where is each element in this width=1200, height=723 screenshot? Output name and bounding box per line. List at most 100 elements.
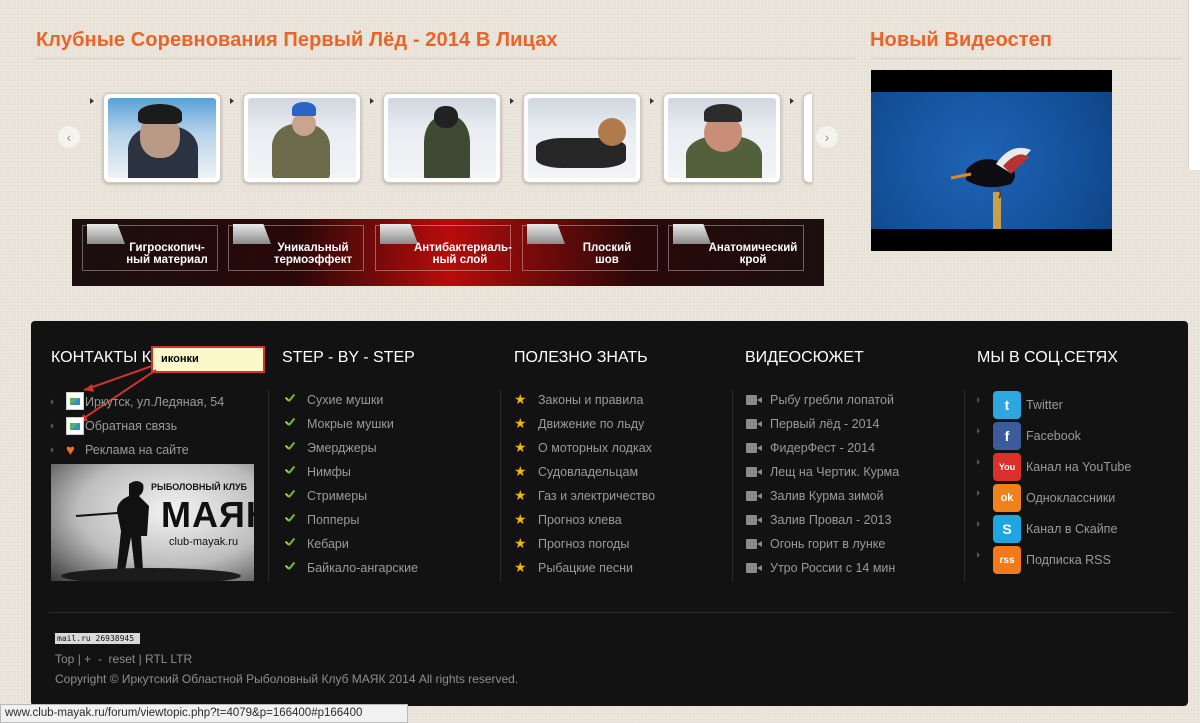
social-link-facebook[interactable]: Facebook (1026, 429, 1081, 443)
logo-subtitle: РЫБОЛОВНЫЙ КЛУБ (151, 482, 248, 492)
checkmark-icon (284, 466, 296, 476)
useful-link[interactable]: О моторных лодках (538, 441, 652, 455)
feature-line2: ный материал (126, 254, 208, 266)
gallery-thumbnail[interactable] (103, 93, 221, 183)
antibacterial-icon (380, 224, 418, 244)
video-camera-icon (746, 515, 762, 525)
top-link[interactable]: Top (55, 652, 74, 666)
list-bullet (977, 397, 980, 403)
thumbnail-photo (248, 98, 356, 178)
social-link-odnoklassniki[interactable]: Одноклассники (1026, 491, 1115, 505)
video-link[interactable]: Залив Курма зимой (770, 489, 884, 503)
gallery-title[interactable]: Клубные Соревнования Первый Лёд - 2014 В… (36, 29, 558, 52)
useful-link[interactable]: Прогноз клева (538, 513, 622, 527)
step-link[interactable]: Кебари (307, 537, 349, 551)
video-camera-icon (746, 491, 762, 501)
step-link[interactable]: Сухие мушки (307, 393, 383, 407)
useful-link[interactable]: Рыбацкие песни (538, 561, 633, 575)
useful-link[interactable]: Законы и правила (538, 393, 643, 407)
social-link-rss[interactable]: Подписка RSS (1026, 553, 1111, 567)
video-link[interactable]: Лещ на Чертик. Курма (770, 465, 899, 479)
separator: | (77, 652, 81, 666)
thumb-bullet (90, 98, 94, 104)
gallery-next-arrow[interactable]: › (816, 126, 838, 148)
useful-link[interactable]: Газ и электричество (538, 489, 655, 503)
contact-ads-link[interactable]: Реклама на сайте (85, 443, 189, 457)
thumbnail-photo (108, 98, 216, 178)
list-bullet (51, 447, 54, 453)
list-bullet (977, 459, 980, 465)
useful-title: ПОЛЕЗНО ЗНАТЬ (514, 349, 648, 366)
feature-item: Антибактериаль-ный слой (375, 224, 512, 271)
facebook-icon[interactable]: f (993, 422, 1021, 450)
copyright-text: Copyright © Иркутский Областной Рыболовн… (55, 672, 519, 686)
video-camera-icon (746, 419, 762, 429)
star-icon: ★ (514, 487, 527, 503)
checkmark-icon (284, 514, 296, 524)
logo-site: club-mayak.ru (169, 536, 239, 548)
gallery-thumbnail-partial[interactable] (803, 93, 812, 183)
flat-seam-icon (527, 224, 565, 244)
video-player[interactable] (871, 70, 1112, 251)
twitter-icon[interactable]: t (993, 391, 1021, 419)
contact-address[interactable]: Иркутск, ул.Ледяная, 54 (85, 395, 224, 409)
step-link[interactable]: Нимфы (307, 465, 351, 479)
feature-item: Уникальный термоэффект (228, 224, 364, 271)
social-link-skype[interactable]: Канал в Скайпе (1026, 522, 1117, 536)
star-icon: ★ (514, 439, 527, 455)
footer-links: Top | + - reset | RTL LTR (55, 652, 192, 666)
font-reset-link[interactable]: reset (109, 652, 136, 666)
rtl-link[interactable]: RTL (145, 652, 167, 666)
useful-link[interactable]: Движение по льду (538, 417, 644, 431)
video-link[interactable]: Первый лёд - 2014 (770, 417, 879, 431)
thumb-bullet (650, 98, 654, 104)
thumb-bullet (370, 98, 374, 104)
gallery-thumbnail[interactable] (663, 93, 781, 183)
gallery-thumbnail[interactable] (243, 93, 361, 183)
social-link-twitter[interactable]: Twitter (1026, 398, 1063, 412)
gallery-thumbnail[interactable] (523, 93, 641, 183)
list-bullet (51, 399, 54, 405)
video-title[interactable]: Новый Видеостеп (870, 29, 1052, 52)
mail-ru-counter[interactable]: mail.ru 26938945 (55, 633, 140, 644)
video-camera-icon (746, 563, 762, 573)
video-link[interactable]: ФидерФест - 2014 (770, 441, 875, 455)
feature-line2: крой (739, 254, 767, 266)
separator: | (138, 652, 142, 666)
list-bullet (977, 490, 980, 496)
step-link[interactable]: Мокрые мушки (307, 417, 394, 431)
club-logo[interactable]: РЫБОЛОВНЫЙ КЛУБ МАЯК club-mayak.ru (51, 464, 254, 581)
feature-line2: ный слой (432, 254, 488, 266)
anatomic-cut-icon (673, 224, 711, 244)
step-link[interactable]: Стримеры (307, 489, 367, 503)
video-link[interactable]: Рыбу гребли лопатой (770, 393, 894, 407)
feature-line2: шов (595, 254, 619, 266)
video-title-rule (870, 58, 1182, 59)
video-link[interactable]: Огонь горит в лунке (770, 537, 885, 551)
video-camera-icon (746, 467, 762, 477)
social-link-youtube[interactable]: Канал на YouTube (1026, 460, 1131, 474)
feature-line1: Анатомический (708, 242, 798, 254)
feature-line2: термоэффект (273, 254, 353, 266)
font-increase-link[interactable]: + (84, 652, 91, 666)
font-decrease-link[interactable]: - (98, 652, 102, 666)
youtube-icon[interactable]: You (993, 453, 1021, 481)
checkmark-icon (284, 562, 296, 572)
sidebar-edge (1188, 0, 1200, 170)
rss-icon[interactable]: rss (993, 546, 1021, 574)
gallery-thumbnail[interactable] (383, 93, 501, 183)
video-link[interactable]: Утро России с 14 мин (770, 561, 895, 575)
step-link[interactable]: Байкало-ангарские (307, 561, 418, 575)
gallery-prev-arrow[interactable]: ‹ (58, 126, 80, 148)
video-link[interactable]: Залив Провал - 2013 (770, 513, 891, 527)
useful-link[interactable]: Судовладельцам (538, 465, 638, 479)
useful-link[interactable]: Прогноз погоды (538, 537, 629, 551)
step-link[interactable]: Эмерджеры (307, 441, 377, 455)
video-camera-icon (746, 539, 762, 549)
skype-icon[interactable]: S (993, 515, 1021, 543)
step-link[interactable]: Попперы (307, 513, 359, 527)
contact-feedback-link[interactable]: Обратная связь (85, 419, 177, 433)
star-icon: ★ (514, 535, 527, 551)
odnoklassniki-icon[interactable]: ok (993, 484, 1021, 512)
ltr-link[interactable]: LTR (170, 652, 192, 666)
